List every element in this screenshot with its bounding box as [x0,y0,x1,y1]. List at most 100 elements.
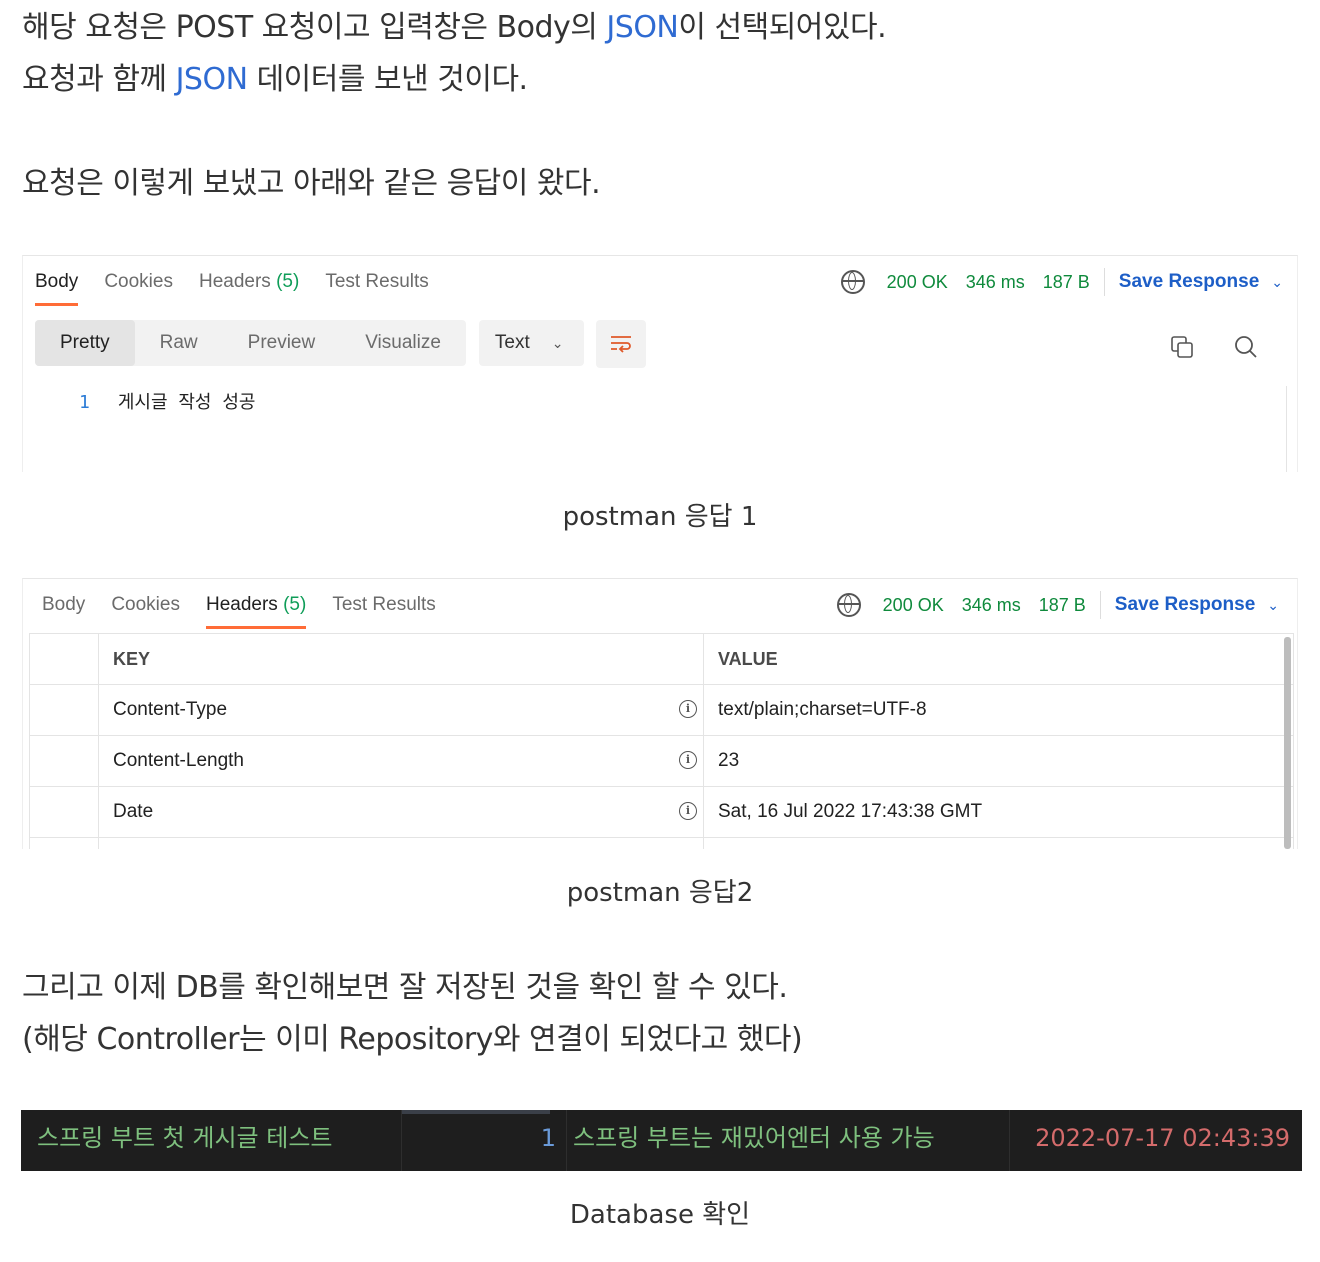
tab-body[interactable]: Body [35,271,79,306]
intro-text: 요청과 함께 [22,62,176,97]
headers-count: (5) [276,271,300,292]
intro-line-3: 요청은 이렇게 보냈고 아래와 같은 응답이 왔다. [22,166,601,201]
caption-postman-1: postman 응답 1 [562,502,758,532]
info-icon[interactable]: i [679,802,697,820]
header-key: Date i [98,786,704,838]
format-type-value: Text [494,332,530,353]
globe-icon[interactable] [840,270,865,294]
intro-text: 해당 요청은 POST 요청이고 입력창은 Body의 [22,10,607,45]
scrollbar[interactable] [1286,386,1287,472]
table-cell [29,633,99,685]
tab-headers[interactable]: Headers (5) [205,594,307,629]
tab-label: Headers [198,271,271,292]
headers-count: (5) [283,594,307,615]
status-code[interactable]: 200 OK [887,272,948,293]
tab-label: Cookies [111,594,180,615]
db-id-cell: 1 [401,1110,567,1171]
table-row: Date i Sat, 16 Jul 2022 17:43:38 GMT [29,786,1294,838]
response-time[interactable]: 346 ms [962,595,1021,616]
table-row [29,837,1294,849]
intro-line-1: 해당 요청은 POST 요청이고 입력창은 Body의 JSON이 선택되어있다… [22,2,887,46]
scrollbar[interactable] [1284,637,1291,849]
tab-headers[interactable]: Headers (5) [199,271,299,293]
postman-response-body-panel: Body Cookies Headers (5) Test Results 20… [22,255,1298,472]
save-response-button[interactable]: Save Response [1119,271,1259,293]
wrap-lines-icon [610,336,631,353]
tab-label: Headers [205,594,278,615]
header-key-text: Content-Type [113,699,228,720]
caption-database: Database 확인 [569,1200,751,1230]
database-row: 스프링 부트 첫 게시글 테스트 1 스프링 부트는 재밌어엔터 사용 가능 2… [21,1110,1302,1171]
header-key: Content-Type i [98,684,704,736]
header-key: Content-Length i [98,735,704,787]
format-pretty[interactable]: Pretty [35,320,135,366]
tab-body[interactable]: Body [42,594,85,616]
header-value: 23 [703,735,1294,787]
tab-cookies[interactable]: Cookies [104,271,173,293]
table-cell [703,837,1294,849]
caption-postman-2: postman 응답2 [566,878,754,908]
table-cell [29,735,99,787]
key-column-header: KEY [98,633,704,685]
format-type-select[interactable]: Text ⌄ [478,320,584,366]
format-preview[interactable]: Preview [223,320,341,366]
header-value: text/plain;charset=UTF-8 [703,684,1294,736]
table-cell [29,684,99,736]
response-size[interactable]: 187 B [1039,595,1086,616]
db-title-cell: 스프링 부트 첫 게시글 테스트 [37,1124,333,1152]
header-key-text: Content-Length [113,750,244,771]
tab-label: Body [42,594,86,615]
info-icon[interactable]: i [679,751,697,769]
tab-test-results[interactable]: Test Results [332,594,435,616]
status-code[interactable]: 200 OK [883,595,944,616]
chevron-down-icon: ⌄ [551,335,564,351]
table-header-row: KEY VALUE [29,633,1294,685]
table-row: Content-Length i 23 [29,735,1294,787]
outro-line-1: 그리고 이제 DB를 확인해보면 잘 저장된 것을 확인 할 수 있다. [22,970,788,1005]
response-size[interactable]: 187 B [1043,272,1090,293]
divider [1099,591,1101,619]
response-status: 200 OK 346 ms 187 B Save Response ⌄ [836,579,1279,631]
search-icon[interactable] [1233,334,1259,360]
divider [1103,268,1105,296]
intro-text: 이 선택되어있다. [678,10,887,45]
table-cell [29,837,99,849]
format-raw[interactable]: Raw [135,320,223,366]
json-highlight: JSON [175,62,248,97]
format-visualize[interactable]: Visualize [340,320,466,366]
tab-cookies[interactable]: Cookies [111,594,180,616]
headers-table: KEY VALUE Content-Type i text/plain;chars… [29,633,1294,849]
json-highlight: JSON [606,10,679,45]
intro-text: 데이터를 보낸 것이다. [247,62,529,97]
outro-line-2: (해당 Controller는 이미 Repository와 연결이 되었다고 … [22,1022,803,1057]
response-tabs: Body Cookies Headers (5) Test Results [35,256,455,308]
db-date-cell: 2022-07-17 02:43:39 [1009,1110,1302,1171]
format-segmented-control: Pretty Raw Preview Visualize [35,320,466,366]
tab-test-results[interactable]: Test Results [325,271,428,293]
chevron-down-icon[interactable]: ⌄ [1267,597,1279,614]
info-icon[interactable]: i [679,700,697,718]
tab-label: Body [35,271,79,292]
globe-icon[interactable] [836,593,861,617]
wrap-lines-button[interactable] [595,320,646,368]
response-tabs: Body Cookies Headers (5) Test Results [42,579,462,631]
format-toolbar: Pretty Raw Preview Visualize Text ⌄ [35,320,646,368]
code-line: 게시글 작성 성공 [117,392,256,413]
table-row: Content-Type i text/plain;charset=UTF-8 [29,684,1294,736]
copy-icon[interactable] [1169,334,1195,360]
response-status: 200 OK 346 ms 187 B Save Response ⌄ [840,256,1283,308]
tab-label: Cookies [104,271,173,292]
header-key-text: Date [113,801,154,822]
value-column-header: VALUE [703,633,1294,685]
tab-label: Test Results [325,271,429,292]
line-number: 1 [79,392,90,413]
save-response-button[interactable]: Save Response [1115,594,1255,616]
response-time[interactable]: 346 ms [966,272,1025,293]
table-cell [29,786,99,838]
table-cell [98,837,704,849]
tab-label: Test Results [332,594,436,615]
postman-response-headers-panel: Body Cookies Headers (5) Test Results 20… [22,578,1298,849]
db-content-cell: 스프링 부트는 재밌어엔터 사용 가능 [573,1124,935,1152]
chevron-down-icon[interactable]: ⌄ [1271,274,1283,291]
header-value: Sat, 16 Jul 2022 17:43:38 GMT [703,786,1294,838]
